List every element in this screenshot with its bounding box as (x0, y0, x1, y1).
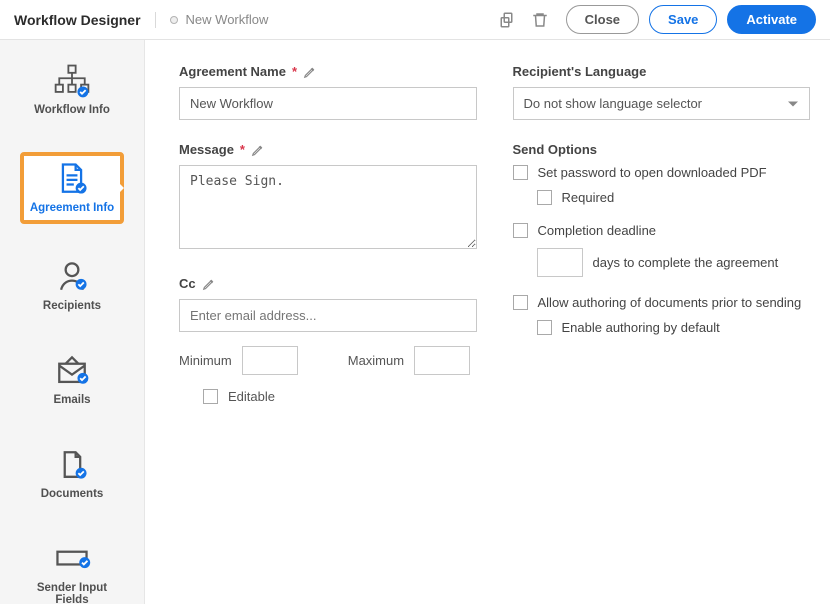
authoring-checkbox[interactable] (513, 295, 528, 310)
authoring-default-label: Enable authoring by default (562, 320, 720, 335)
cc-label: Cc (179, 276, 477, 291)
cc-section: Cc Minimum Maximum Editable (179, 276, 477, 404)
sidebar-item-label: Documents (41, 488, 104, 500)
editable-label: Editable (228, 389, 275, 404)
maximum-input[interactable] (414, 346, 470, 375)
authoring-option: Allow authoring of documents prior to se… (513, 295, 811, 335)
agreement-name-label: Agreement Name* (179, 64, 477, 79)
agreement-name-section: Agreement Name* (179, 64, 477, 120)
pencil-icon[interactable] (202, 277, 216, 291)
pencil-icon[interactable] (251, 143, 265, 157)
right-column: Recipient's Language Do not show languag… (513, 64, 811, 594)
sidebar: Workflow Info Agreement Info (0, 40, 145, 604)
password-option: Set password to open downloaded PDF Requ… (513, 165, 811, 205)
trash-icon[interactable] (530, 10, 550, 30)
required-star: * (292, 64, 297, 79)
editable-checkbox[interactable] (203, 389, 218, 404)
workflow-tree-icon (52, 64, 92, 98)
password-required-label: Required (562, 190, 615, 205)
language-section: Recipient's Language Do not show languag… (513, 64, 811, 120)
deadline-days-label: days to complete the agreement (593, 255, 779, 270)
password-checkbox[interactable] (513, 165, 528, 180)
sidebar-item-label: Recipients (43, 300, 101, 312)
sidebar-item-documents[interactable]: Documents (20, 442, 124, 506)
workflow-designer-app: Workflow Designer New Workflow Close Sav… (0, 0, 830, 604)
files-icon (52, 448, 92, 482)
deadline-option: Completion deadline days to complete the… (513, 223, 811, 277)
sidebar-item-agreement-info[interactable]: Agreement Info (20, 152, 124, 224)
sidebar-item-label: Emails (53, 394, 90, 406)
language-select-wrap: Do not show language selector (513, 87, 811, 120)
minimum-label: Minimum (179, 353, 232, 368)
minimum-input[interactable] (242, 346, 298, 375)
sidebar-item-recipients[interactable]: Recipients (20, 254, 124, 318)
pencil-icon[interactable] (303, 65, 317, 79)
sidebar-item-workflow-info[interactable]: Workflow Info (20, 58, 124, 122)
workflow-name: New Workflow (186, 12, 269, 27)
send-options-label: Send Options (513, 142, 811, 157)
activate-button[interactable]: Activate (727, 5, 816, 34)
deadline-checkbox[interactable] (513, 223, 528, 238)
authoring-default-checkbox[interactable] (537, 320, 552, 335)
message-textarea[interactable] (179, 165, 477, 249)
topbar: Workflow Designer New Workflow Close Sav… (0, 0, 830, 40)
language-select[interactable]: Do not show language selector (513, 87, 811, 120)
sidebar-item-label: Workflow Info (34, 104, 110, 116)
page-title: Workflow Designer (14, 12, 156, 28)
status-dot-icon (170, 16, 178, 24)
required-star: * (240, 142, 245, 157)
send-options-section: Send Options Set password to open downlo… (513, 142, 811, 335)
language-label: Recipient's Language (513, 64, 811, 79)
body: Workflow Info Agreement Info (0, 40, 830, 604)
sidebar-item-emails[interactable]: Emails (20, 348, 124, 412)
content: Agreement Name* Message* Cc (145, 40, 830, 604)
message-section: Message* (179, 142, 477, 254)
maximum-label: Maximum (348, 353, 404, 368)
sidebar-item-sender-input[interactable]: Sender Input Fields (20, 536, 124, 604)
input-field-icon (52, 542, 92, 576)
email-icon (52, 354, 92, 388)
authoring-label: Allow authoring of documents prior to se… (538, 295, 802, 310)
message-label: Message* (179, 142, 477, 157)
sidebar-item-label: Sender Input Fields (20, 582, 124, 604)
agreement-name-input[interactable] (179, 87, 477, 120)
chevron-down-icon (788, 101, 798, 106)
document-icon (52, 162, 92, 196)
person-icon (52, 260, 92, 294)
save-button[interactable]: Save (649, 5, 717, 34)
cc-input[interactable] (179, 299, 477, 332)
deadline-label: Completion deadline (538, 223, 657, 238)
copy-icon[interactable] (498, 10, 518, 30)
left-column: Agreement Name* Message* Cc (179, 64, 477, 594)
password-label: Set password to open downloaded PDF (538, 165, 767, 180)
password-required-checkbox[interactable] (537, 190, 552, 205)
deadline-days-input[interactable] (537, 248, 583, 277)
close-button[interactable]: Close (566, 5, 639, 34)
sidebar-item-label: Agreement Info (30, 202, 114, 214)
